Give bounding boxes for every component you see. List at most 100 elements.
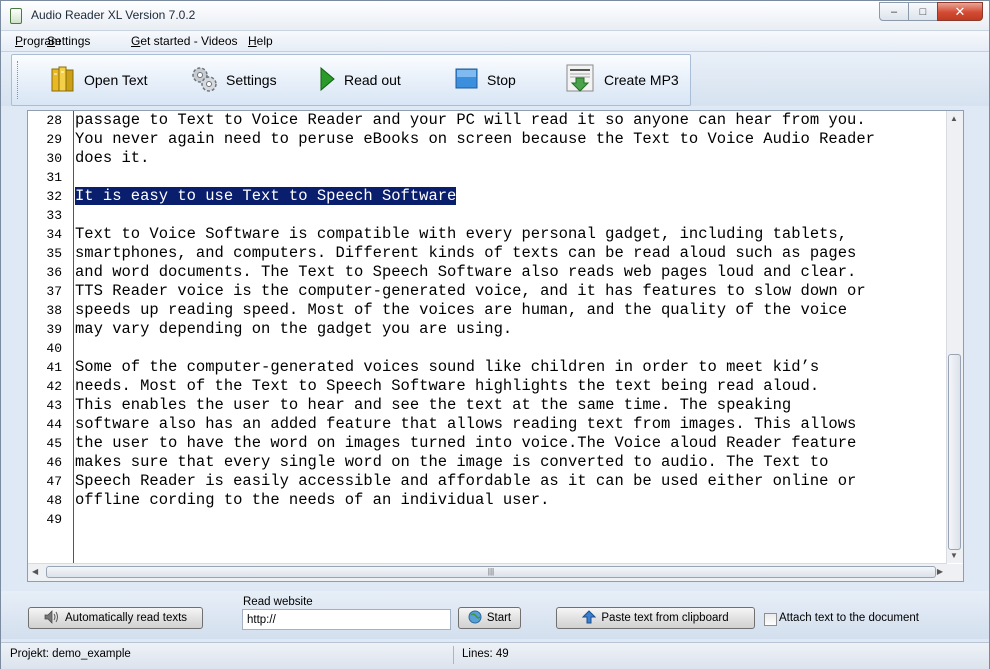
paste-from-clipboard-label: Paste text from clipboard [601, 612, 729, 624]
scroll-right-arrow-icon[interactable]: ▶ [937, 567, 943, 576]
app-window: Audio Reader XL Version 7.0.2 – □ ✕ Prog… [0, 0, 990, 669]
line-number: 43 [46, 398, 62, 413]
settings-button[interactable]: Settings [190, 66, 277, 94]
stop-icon [455, 67, 479, 94]
text-line[interactable] [75, 206, 947, 225]
horizontal-scroll-thumb[interactable]: ||| [46, 566, 936, 578]
read-website-label: Read website [243, 596, 313, 608]
text-line[interactable]: You never again need to peruse eBooks on… [75, 130, 947, 149]
menu-get-started-videos[interactable]: Get started - Videos [131, 34, 238, 48]
scroll-left-arrow-icon[interactable]: ◀ [32, 567, 38, 576]
title-bar[interactable]: Audio Reader XL Version 7.0.2 – □ ✕ [1, 1, 989, 31]
line-number: 28 [46, 113, 62, 128]
main-toolbar: Open Text Settings Read out Stop Create … [11, 54, 691, 106]
line-number-gutter: 28 29 30 31 32 33 34 35 36 37 38 39 40 41 42 43 44 45 46 47… [28, 111, 74, 563]
attach-text-label: Attach text to the document [779, 612, 919, 624]
horizontal-scrollbar[interactable]: ◀ ||| ▶ [28, 563, 947, 581]
text-line[interactable]: It is easy to use Text to Speech Softwar… [75, 187, 947, 206]
create-mp3-label: Create MP3 [604, 72, 679, 88]
open-text-button[interactable]: Open Text [50, 66, 148, 94]
toolbar-grip[interactable] [17, 61, 21, 99]
settings-label: Settings [226, 72, 277, 88]
text-line[interactable] [75, 339, 947, 358]
text-line[interactable]: passage to Text to Voice Reader and your… [75, 111, 947, 130]
start-label: Start [486, 612, 512, 624]
line-number: 40 [46, 341, 62, 356]
auto-read-texts-label: Automatically read texts [64, 612, 188, 624]
text-line[interactable]: the user to have the word on images turn… [75, 434, 947, 453]
toolbar-area: Open Text Settings Read out Stop Create … [1, 52, 989, 106]
line-number: 48 [46, 493, 62, 508]
scrollbar-corner [947, 564, 963, 581]
text-line[interactable]: Some of the computer-generated voices so… [75, 358, 947, 377]
start-button[interactable]: Start [458, 607, 521, 629]
bottom-controls: Automatically read texts Read website St… [1, 591, 989, 639]
text-line[interactable]: does it. [75, 149, 947, 168]
line-number: 47 [46, 474, 62, 489]
vertical-scrollbar[interactable]: ▲ ▼ [946, 111, 963, 563]
text-line[interactable]: makes sure that every single word on the… [75, 453, 947, 472]
window-controls: – □ ✕ [879, 2, 983, 22]
maximize-button[interactable]: □ [908, 2, 938, 21]
text-line[interactable]: smartphones, and computers. Different ki… [75, 244, 947, 263]
text-line[interactable]: offline cording to the needs of an indiv… [75, 491, 947, 510]
line-number: 35 [46, 246, 62, 261]
text-line[interactable] [75, 510, 947, 529]
line-number: 37 [46, 284, 62, 299]
text-line[interactable]: and word documents. The Text to Speech S… [75, 263, 947, 282]
close-button[interactable]: ✕ [937, 2, 983, 21]
speaker-icon [44, 609, 60, 627]
line-number: 30 [46, 151, 62, 166]
status-bar: Projekt: demo_example Lines: 49 [1, 642, 989, 669]
text-line[interactable]: software also has an added feature that … [75, 415, 947, 434]
open-text-label: Open Text [84, 72, 148, 88]
text-line[interactable] [75, 168, 947, 187]
text-line[interactable]: needs. Most of the Text to Speech Softwa… [75, 377, 947, 396]
line-number: 39 [46, 322, 62, 337]
selected-text[interactable]: It is easy to use Text to Speech Softwar… [75, 187, 457, 205]
arrow-up-icon [582, 609, 597, 627]
read-out-label: Read out [344, 72, 401, 88]
window-title: Audio Reader XL Version 7.0.2 [31, 8, 196, 22]
menu-settings[interactable]: Settings [47, 34, 90, 48]
read-out-button[interactable]: Read out [318, 66, 401, 94]
text-line[interactable]: speeds up reading speed. Most of the voi… [75, 301, 947, 320]
text-content-area[interactable]: passage to Text to Voice Reader and your… [75, 111, 947, 563]
line-number: 44 [46, 417, 62, 432]
book-icon [50, 65, 76, 96]
stop-button[interactable]: Stop [455, 66, 516, 94]
paste-from-clipboard-button[interactable]: Paste text from clipboard [556, 607, 755, 629]
play-icon [318, 66, 336, 95]
text-line[interactable]: TTS Reader voice is the computer-generat… [75, 282, 947, 301]
auto-read-texts-button[interactable]: Automatically read texts [28, 607, 203, 629]
gear-icon [190, 65, 218, 96]
stop-label: Stop [487, 72, 516, 88]
scroll-up-arrow-icon[interactable]: ▲ [950, 114, 958, 123]
status-project: Projekt: demo_example [10, 648, 131, 660]
text-editor[interactable]: 28 29 30 31 32 33 34 35 36 37 38 39 40 41 42 43 44 45 46 47… [27, 110, 964, 582]
line-number: 38 [46, 303, 62, 318]
line-number: 36 [46, 265, 62, 280]
line-number: 49 [46, 512, 62, 527]
scroll-down-arrow-icon[interactable]: ▼ [950, 551, 958, 560]
menu-help[interactable]: Help [248, 34, 273, 48]
line-number: 45 [46, 436, 62, 451]
globe-icon [468, 610, 482, 627]
line-number: 31 [46, 170, 62, 185]
line-number: 29 [46, 132, 62, 147]
vertical-scroll-thumb[interactable] [948, 354, 961, 550]
website-url-input[interactable] [242, 609, 451, 630]
text-line[interactable]: may vary depending on the gadget you are… [75, 320, 947, 339]
attach-text-checkbox[interactable] [764, 613, 777, 626]
text-line[interactable]: Speech Reader is easily accessible and a… [75, 472, 947, 491]
app-icon [10, 8, 22, 24]
line-number: 41 [46, 360, 62, 375]
minimize-button[interactable]: – [879, 2, 909, 21]
line-number: 46 [46, 455, 62, 470]
menu-bar: Program Settings Get started - Videos He… [1, 31, 989, 52]
text-line[interactable]: Text to Voice Software is compatible wit… [75, 225, 947, 244]
line-number: 34 [46, 227, 62, 242]
line-number: 33 [46, 208, 62, 223]
create-mp3-button[interactable]: Create MP3 [566, 64, 679, 94]
text-line[interactable]: This enables the user to hear and see th… [75, 396, 947, 415]
